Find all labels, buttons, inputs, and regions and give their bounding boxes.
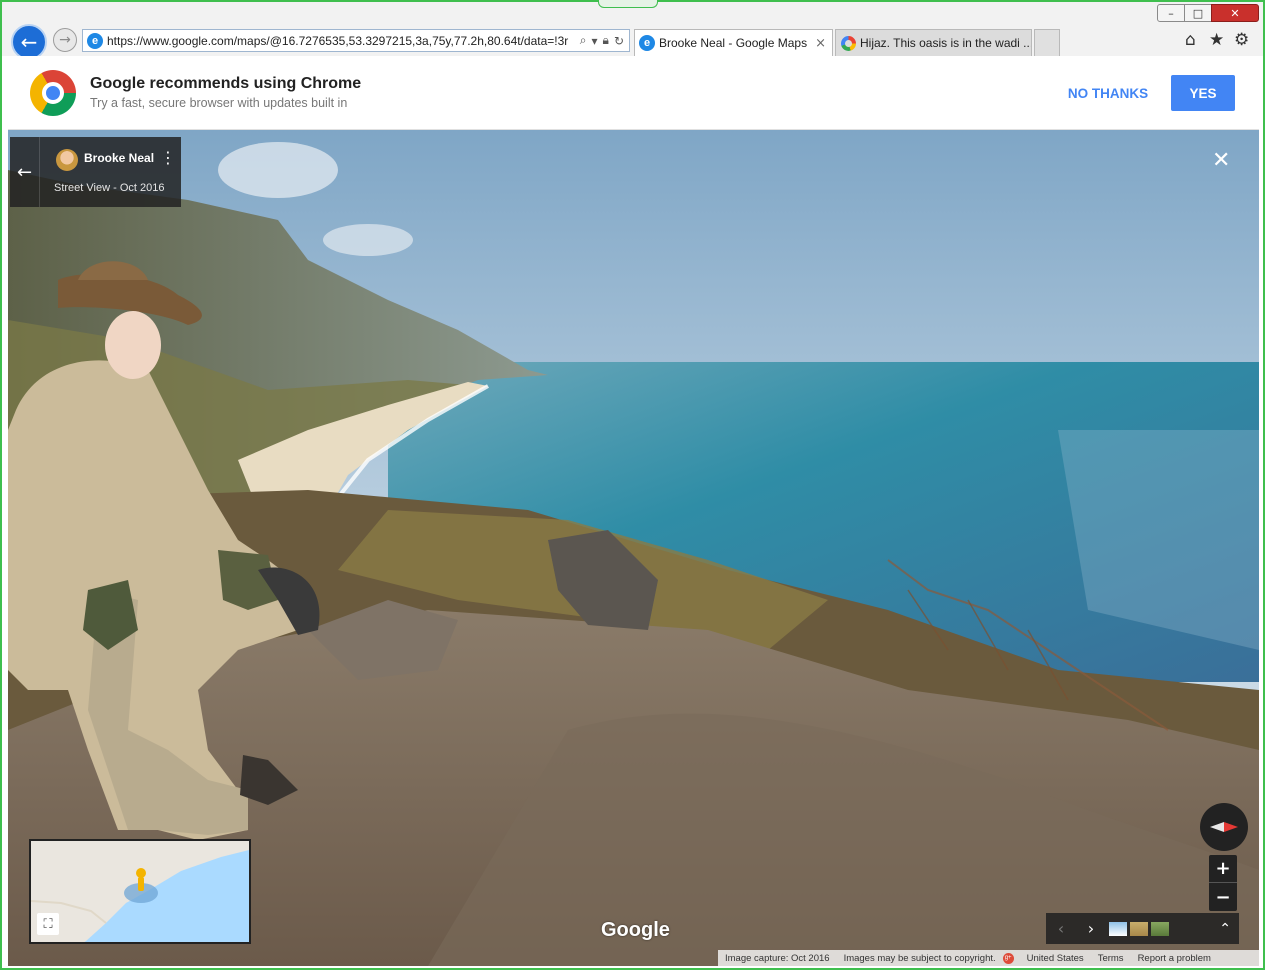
copyright-notice: Images may be subject to copyright. — [843, 952, 996, 964]
minimap[interactable]: ⛶ — [29, 839, 251, 944]
arrow-left-icon: ← — [20, 30, 38, 54]
banner-title: Google recommends using Chrome — [90, 75, 362, 92]
zoom-controls: + − — [1209, 855, 1237, 911]
google-favicon-icon — [841, 35, 856, 51]
photo-thumbnail[interactable] — [1130, 921, 1148, 936]
chevron-left-icon: ‹ — [1057, 919, 1065, 938]
chrome-promo-banner: Google recommends using Chrome Try a fas… — [8, 56, 1259, 130]
tab-google-maps[interactable]: e Brooke Neal - Google Maps × — [634, 29, 833, 56]
chevron-right-icon: › — [1087, 919, 1095, 938]
next-photo-button[interactable]: › — [1076, 913, 1106, 944]
close-window-button[interactable]: ✕ — [1211, 4, 1259, 22]
photo-thumbnail[interactable] — [1109, 921, 1127, 936]
fullscreen-icon: ⛶ — [43, 916, 53, 932]
expand-map-button[interactable]: ⛶ — [37, 913, 59, 935]
arrow-left-icon: ← — [16, 161, 33, 183]
photo-strip: ‹ › ⌃ — [1046, 913, 1239, 944]
refresh-icon[interactable]: ↻ — [614, 34, 624, 48]
contributor-name[interactable]: Brooke Neal — [84, 151, 154, 165]
street-view-date: Street View - Oct 2016 — [54, 182, 165, 194]
close-street-view-icon[interactable]: ✕ — [1212, 148, 1230, 173]
browser-window: ← → e https://www.google.com/maps/@16.72… — [0, 0, 1265, 970]
tab-hijaz[interactable]: Hijaz. This oasis is in the wadi ... — [835, 29, 1032, 56]
lock-icon[interactable]: 🔒︎ — [603, 33, 609, 48]
street-view-panorama[interactable]: ← Brooke Neal ⋮ Street View - Oct 2016 ✕… — [8, 130, 1259, 966]
browser-toolbar: ← → e https://www.google.com/maps/@16.72… — [2, 0, 1263, 60]
report-problem-link[interactable]: Report a problem — [1131, 953, 1218, 964]
street-view-info-card: ← Brooke Neal ⋮ Street View - Oct 2016 — [10, 137, 181, 207]
photo-thumbnail[interactable] — [1151, 921, 1169, 936]
tab-title: Brooke Neal - Google Maps — [659, 36, 808, 50]
ie-page-icon: e — [87, 32, 103, 49]
street-view-footer: Image capture: Oct 2016 Images may be su… — [718, 950, 1259, 966]
dropdown-icon[interactable]: ▾ — [592, 34, 598, 48]
zoom-out-button[interactable]: − — [1209, 883, 1237, 911]
google-logo: Google — [601, 919, 670, 941]
minimap-canvas[interactable] — [31, 841, 251, 944]
banner-subtitle: Try a fast, secure browser with updates … — [90, 96, 348, 110]
avatar[interactable] — [56, 149, 78, 171]
more-options-icon[interactable]: ⋮ — [160, 148, 176, 167]
address-bar[interactable]: e https://www.google.com/maps/@16.727653… — [82, 29, 630, 52]
minimize-button[interactable]: – — [1157, 4, 1185, 22]
tab-title: Hijaz. This oasis is in the wadi ... — [860, 36, 1032, 50]
new-tab-button[interactable] — [1034, 29, 1060, 56]
gear-icon[interactable]: ⚙ — [1234, 30, 1249, 50]
yes-button[interactable]: YES — [1171, 75, 1235, 111]
street-view-back-button[interactable]: ← — [10, 137, 40, 207]
star-icon[interactable]: ★ — [1209, 30, 1224, 50]
no-thanks-button[interactable]: NO THANKS — [1060, 75, 1156, 111]
previous-photo-button[interactable]: ‹ — [1046, 913, 1076, 944]
home-icon[interactable]: ⌂ — [1185, 30, 1196, 50]
ie-tab-icon: e — [639, 35, 655, 51]
compass-needle-icon — [1210, 821, 1238, 833]
arrow-right-icon: → — [59, 32, 71, 48]
zoom-in-button[interactable]: + — [1209, 855, 1237, 883]
google-plus-icon[interactable]: g+ — [1002, 952, 1014, 964]
window-notch — [598, 0, 658, 8]
region-link[interactable]: United States — [1020, 953, 1091, 964]
terms-link[interactable]: Terms — [1091, 953, 1131, 964]
back-button[interactable]: ← — [11, 24, 47, 60]
search-icon[interactable]: ⌕ — [580, 33, 587, 48]
compass-button[interactable] — [1200, 803, 1248, 851]
maximize-button[interactable]: □ — [1184, 4, 1212, 22]
url-text[interactable]: https://www.google.com/maps/@16.7276535,… — [107, 34, 575, 48]
forward-button[interactable]: → — [53, 28, 77, 52]
chevron-up-icon[interactable]: ⌃ — [1219, 921, 1231, 937]
chrome-logo-icon — [30, 70, 76, 116]
image-capture-date: Image capture: Oct 2016 — [725, 952, 830, 964]
tab-close-icon[interactable]: × — [815, 36, 826, 51]
